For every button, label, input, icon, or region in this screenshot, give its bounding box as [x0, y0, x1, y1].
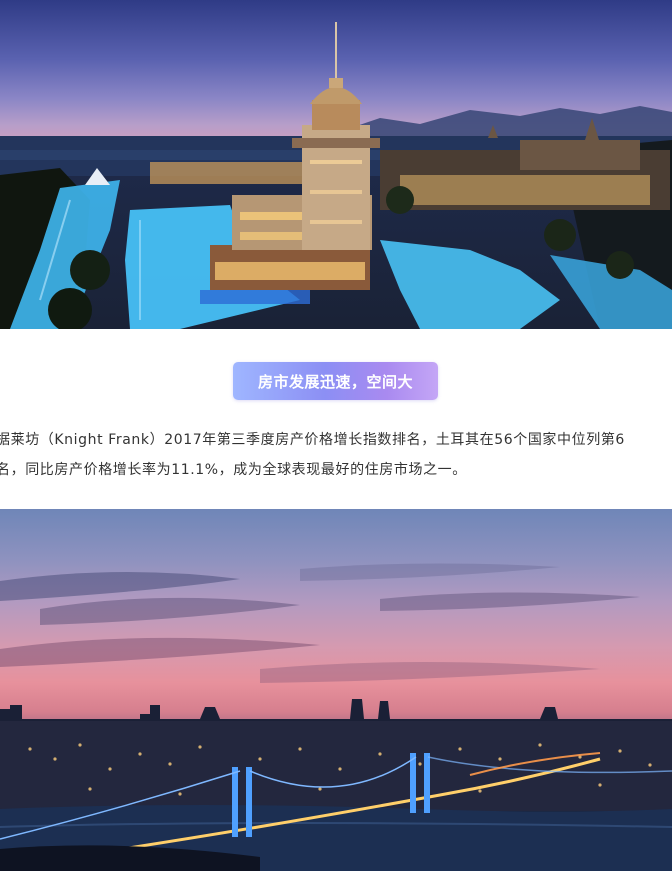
section-heading: 房市发展迅速，空间大 [257, 372, 413, 391]
city-photo [0, 509, 672, 871]
resort-photo-illustration [0, 22, 672, 329]
resort-photo [0, 0, 672, 329]
paragraph-line-1: 据莱坊（Knight Frank）2017年第三季度房产价格增长指数排名，土耳其… [0, 432, 625, 448]
section-heading-badge: 房市发展迅速，空间大 [233, 362, 438, 400]
paragraph-line-2: 名，同比房产价格增长率为11.1%，成为全球表现最好的住房市场之一。 [0, 462, 467, 478]
article-page: 房市发展迅速，空间大 据莱坊（Knight Frank）2017年第三季度房产价… [0, 0, 672, 871]
city-photo-illustration [0, 563, 672, 871]
article-paragraph: 据莱坊（Knight Frank）2017年第三季度房产价格增长指数排名，土耳其… [0, 425, 672, 485]
